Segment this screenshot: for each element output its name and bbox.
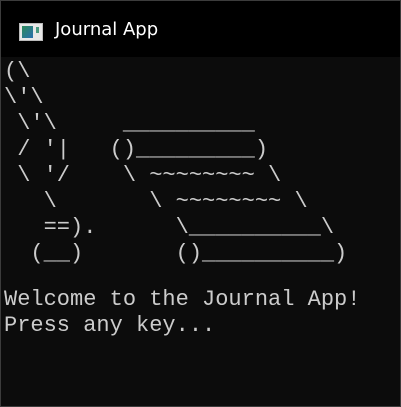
ascii-art-line: / '| ()_________) [4,137,269,162]
ascii-art-line: (\ [4,59,31,84]
console-output[interactable]: (\ \'\ \'\ __________ / '| ()_________) … [1,57,400,339]
ascii-art-line: \'\ [4,85,44,110]
console-window: Journal App (\ \'\ \'\ __________ / '| (… [0,0,401,407]
window-title: Journal App [55,19,159,40]
title-bar[interactable]: Journal App [1,1,400,57]
ascii-art-line: (__) ()__________) [4,241,348,266]
ascii-art-line: ==). \__________\ [4,215,335,240]
console-window-icon [19,23,43,41]
welcome-message: Welcome to the Journal App! [4,287,361,312]
ascii-art-line: \ '/ \ ~~~~~~~~ \ [4,163,282,188]
press-key-prompt: Press any key... [4,313,216,338]
ascii-art-line: \ \ ~~~~~~~~ \ [4,189,308,214]
ascii-art-line: \'\ __________ [4,111,255,136]
